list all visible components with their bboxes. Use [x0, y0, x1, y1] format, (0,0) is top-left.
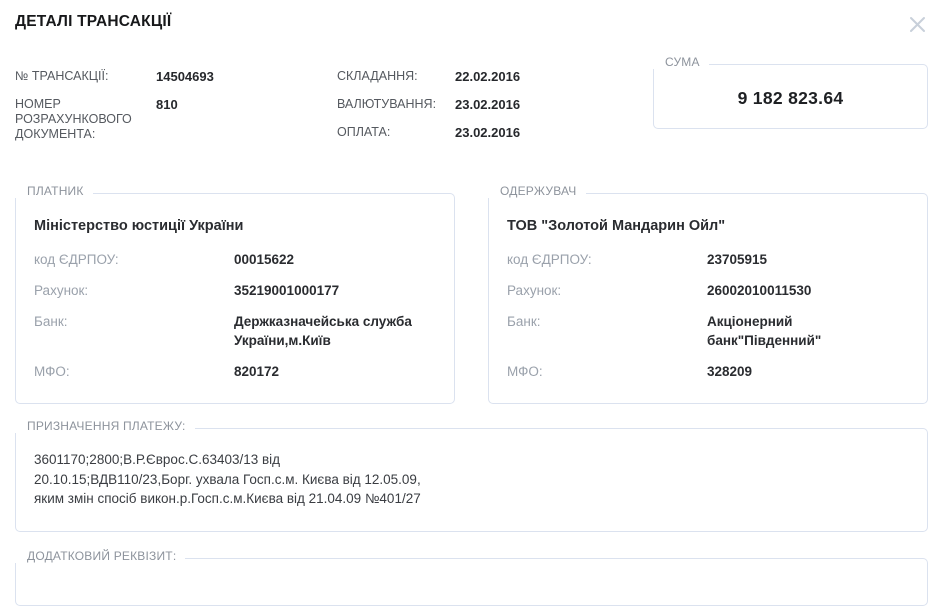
creation-date-label: СКЛАДАННЯ:: [337, 69, 455, 84]
payment-date-label: ОПЛАТА:: [337, 125, 455, 140]
payment-purpose-header: ПРИЗНАЧЕННЯ ПЛАТЕЖУ:: [15, 420, 928, 433]
receiver-section-label: ОДЕРЖУВАЧ: [500, 185, 577, 198]
payer-mfo-row: МФО: 820172: [34, 362, 436, 381]
transaction-number-value: 14504693: [156, 69, 214, 84]
payment-purpose-body: 3601170;2800;В.Р.Єврос.С.63403/13 від 20…: [15, 433, 928, 532]
section-divider-line: [185, 558, 928, 563]
section-divider-line: [586, 193, 928, 198]
document-number-row: НОМЕР РОЗРАХУНКОВОГО ДОКУМЕНТА: 810: [15, 97, 337, 142]
value-date-row: ВАЛЮТУВАННЯ: 23.02.2016: [337, 97, 653, 112]
summary-section: № ТРАНСАКЦІЇ: 14504693 НОМЕР РОЗРАХУНКОВ…: [15, 56, 928, 155]
payment-date-value: 23.02.2016: [455, 125, 520, 140]
document-number-label: НОМЕР РОЗРАХУНКОВОГО ДОКУМЕНТА:: [15, 97, 156, 142]
summary-left-column: № ТРАНСАКЦІЇ: 14504693 НОМЕР РОЗРАХУНКОВ…: [15, 56, 337, 155]
payer-account-row: Рахунок: 35219001000177: [34, 281, 436, 300]
dialog-header: ДЕТАЛІ ТРАНСАКЦІЇ: [15, 0, 928, 33]
payer-box-header: ПЛАТНИК: [15, 185, 455, 198]
receiver-bank-label: Банк:: [507, 312, 707, 350]
section-divider-line: [709, 64, 928, 69]
transaction-number-label: № ТРАНСАКЦІЇ:: [15, 69, 156, 84]
receiver-mfo-label: МФО:: [507, 362, 707, 381]
payment-purpose-box: ПРИЗНАЧЕННЯ ПЛАТЕЖУ: 3601170;2800;В.Р.Єв…: [15, 420, 928, 532]
payer-box-body: Міністерство юстиції України код ЄДРПОУ:…: [15, 198, 455, 404]
receiver-edrpou-row: код ЄДРПОУ: 23705915: [507, 250, 909, 269]
payment-purpose-label: ПРИЗНАЧЕННЯ ПЛАТЕЖУ:: [27, 420, 186, 433]
additional-attribute-body: [15, 563, 928, 606]
transaction-number-row: № ТРАНСАКЦІЇ: 14504693: [15, 69, 337, 84]
parties-section: ПЛАТНИК Міністерство юстиції України код…: [15, 185, 928, 404]
receiver-box: ОДЕРЖУВАЧ ТОВ "Золотой Мандарин Ойл" код…: [488, 185, 928, 404]
payer-bank-label: Банк:: [34, 312, 234, 350]
receiver-box-header: ОДЕРЖУВАЧ: [488, 185, 928, 198]
creation-date-row: СКЛАДАННЯ: 22.02.2016: [337, 69, 653, 84]
amount-box-header: СУМА: [653, 56, 928, 69]
document-number-value: 810: [156, 97, 178, 142]
receiver-edrpou-value: 23705915: [707, 250, 767, 269]
payer-name: Міністерство юстиції України: [34, 218, 436, 234]
amount-label: СУМА: [665, 56, 700, 69]
receiver-mfo-row: МФО: 328209: [507, 362, 909, 381]
summary-dates-column: СКЛАДАННЯ: 22.02.2016 ВАЛЮТУВАННЯ: 23.02…: [337, 56, 653, 153]
payer-section-label: ПЛАТНИК: [27, 185, 84, 198]
receiver-box-body: ТОВ "Золотой Мандарин Ойл" код ЄДРПОУ: 2…: [488, 198, 928, 404]
payer-account-value: 35219001000177: [234, 281, 339, 300]
receiver-account-value: 26002010011530: [707, 281, 811, 300]
payer-edrpou-label: код ЄДРПОУ:: [34, 250, 234, 269]
receiver-edrpou-label: код ЄДРПОУ:: [507, 250, 707, 269]
transaction-details-dialog: ДЕТАЛІ ТРАНСАКЦІЇ № ТРАНСАКЦІЇ: 14504693…: [0, 0, 941, 608]
payer-edrpou-value: 00015622: [234, 250, 294, 269]
receiver-account-row: Рахунок: 26002010011530: [507, 281, 909, 300]
value-date-label: ВАЛЮТУВАННЯ:: [337, 97, 455, 112]
additional-attribute-header: ДОДАТКОВИЙ РЕКВІЗИТ:: [15, 550, 928, 563]
receiver-mfo-value: 328209: [707, 362, 752, 381]
receiver-bank-value: Акціонерний банк"Південний": [707, 312, 821, 350]
receiver-bank-row: Банк: Акціонерний банк"Південний": [507, 312, 909, 350]
payer-bank-value: Держказначейська служба України,м.Київ: [234, 312, 412, 350]
close-icon[interactable]: [909, 16, 926, 33]
payment-date-row: ОПЛАТА: 23.02.2016: [337, 125, 653, 140]
receiver-name: ТОВ "Золотой Мандарин Ойл": [507, 218, 909, 234]
payer-account-label: Рахунок:: [34, 281, 234, 300]
payer-box: ПЛАТНИК Міністерство юстиції України код…: [15, 185, 455, 404]
section-divider-line: [93, 193, 455, 198]
amount-box-body: 9 182 823.64: [653, 69, 928, 129]
payment-purpose-text: 3601170;2800;В.Р.Єврос.С.63403/13 від 20…: [34, 450, 909, 509]
payer-bank-row: Банк: Держказначейська служба України,м.…: [34, 312, 436, 350]
value-date-value: 23.02.2016: [455, 97, 520, 112]
page-title: ДЕТАЛІ ТРАНСАКЦІЇ: [15, 13, 171, 31]
additional-attribute-box: ДОДАТКОВИЙ РЕКВІЗИТ:: [15, 550, 928, 606]
additional-attribute-label: ДОДАТКОВИЙ РЕКВІЗИТ:: [27, 550, 176, 563]
payer-edrpou-row: код ЄДРПОУ: 00015622: [34, 250, 436, 269]
amount-value: 9 182 823.64: [738, 88, 844, 109]
payer-mfo-value: 820172: [234, 362, 279, 381]
payer-mfo-label: МФО:: [34, 362, 234, 381]
receiver-account-label: Рахунок:: [507, 281, 707, 300]
creation-date-value: 22.02.2016: [455, 69, 520, 84]
section-divider-line: [195, 428, 928, 433]
amount-box: СУМА 9 182 823.64: [653, 56, 928, 129]
